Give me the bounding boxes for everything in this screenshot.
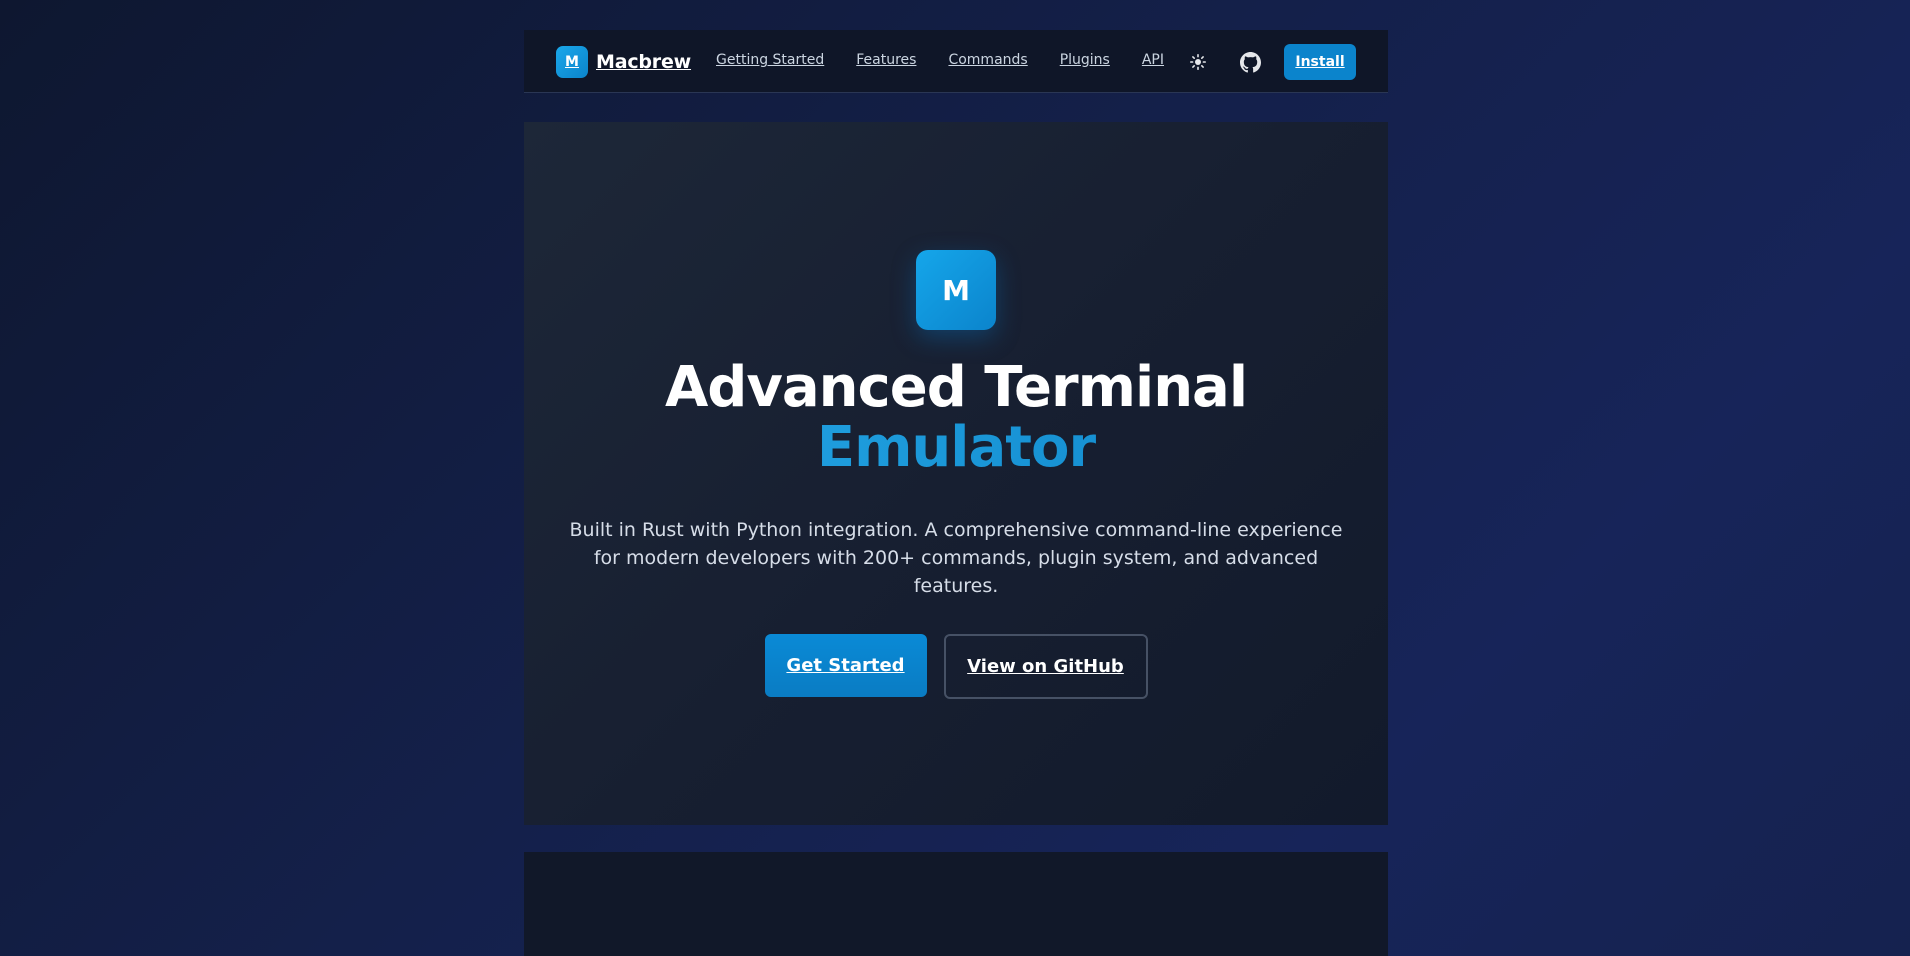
hero-title: Advanced Terminal Emulator bbox=[524, 358, 1388, 478]
nav-commands[interactable]: Commands bbox=[948, 52, 1027, 68]
hero-actions: Get Started View on GitHub bbox=[524, 634, 1388, 699]
page: M Macbrew Getting Started Features Comma… bbox=[524, 0, 1388, 956]
site-header: M Macbrew Getting Started Features Comma… bbox=[524, 30, 1388, 93]
install-button[interactable]: Install bbox=[1284, 44, 1356, 80]
hero-section: M Advanced Terminal Emulator Built in Ru… bbox=[524, 122, 1388, 825]
nav-plugins[interactable]: Plugins bbox=[1060, 52, 1110, 68]
github-icon bbox=[1239, 51, 1261, 72]
brand-link[interactable]: M Macbrew bbox=[556, 46, 691, 78]
view-on-github-button[interactable]: View on GitHub bbox=[943, 634, 1148, 699]
brand-name: Macbrew bbox=[596, 51, 692, 73]
hero-title-line1: Advanced Terminal bbox=[664, 355, 1248, 420]
hero-logo: M bbox=[916, 250, 996, 330]
nav-api[interactable]: API bbox=[1142, 52, 1164, 68]
sun-icon bbox=[1190, 54, 1206, 70]
main-nav: Getting Started Features Commands Plugin… bbox=[716, 52, 1164, 68]
nav-features[interactable]: Features bbox=[856, 52, 916, 68]
github-button[interactable] bbox=[1238, 50, 1262, 74]
hero-title-highlight: Emulator bbox=[524, 418, 1388, 478]
hero-description: Built in Rust with Python integration. A… bbox=[569, 519, 1343, 597]
theme-toggle-button[interactable] bbox=[1186, 50, 1210, 74]
brand-logo: M bbox=[556, 46, 588, 78]
next-section bbox=[524, 852, 1388, 956]
nav-getting-started[interactable]: Getting Started bbox=[716, 52, 824, 68]
get-started-button[interactable]: Get Started bbox=[764, 634, 927, 697]
